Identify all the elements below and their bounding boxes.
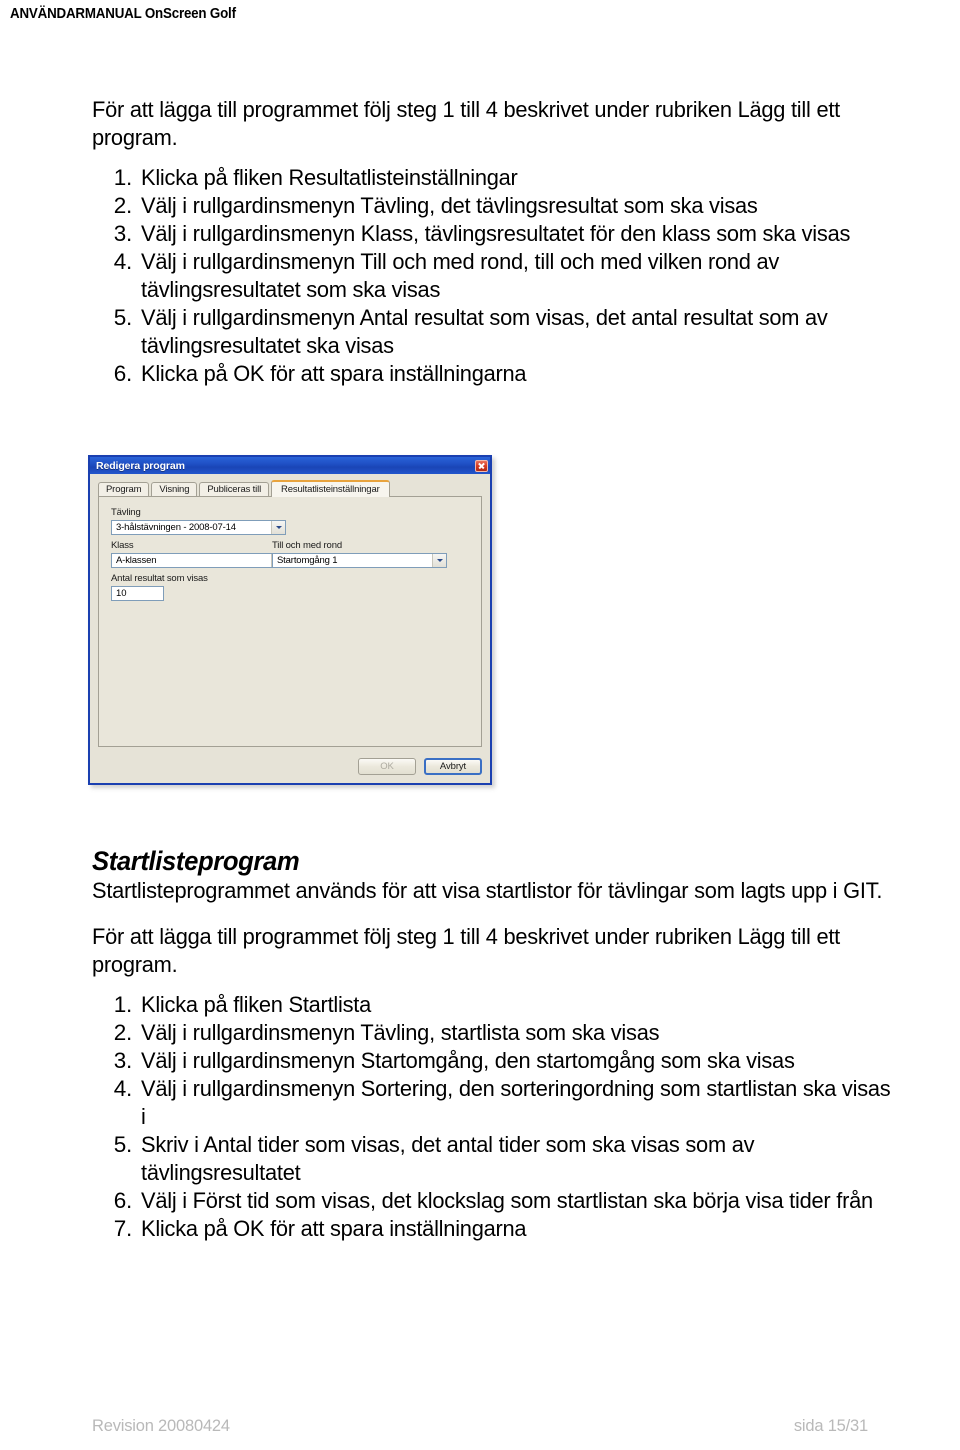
list-item: 5. Välj i rullgardinsmenyn Antal resulta… [92, 304, 924, 360]
list-item: 3. Välj i rullgardinsmenyn Startomgång, … [92, 1047, 924, 1075]
page-title: Startlisteprogram [92, 846, 300, 876]
list-item-text: Klicka på OK för att spara inställningar… [141, 1216, 527, 1241]
klass-dropdown[interactable]: A-klassen [111, 553, 286, 568]
list-item-number: 6. [113, 361, 133, 386]
list-item: 5. Skriv i Antal tider som visas, det an… [92, 1131, 924, 1187]
list-item-text: Klicka på fliken Resultatlisteinställnin… [141, 165, 518, 190]
screenshot-figure: Redigera program Program Visning Publice… [88, 455, 500, 793]
list-item-text: Klicka på OK för att spara inställningar… [141, 361, 527, 386]
dialog-tab-page: Tävling 3-hålstävningen - 2008-07-14 Kla… [98, 496, 482, 747]
list-item: 1. Klicka på fliken Startlista [92, 991, 924, 1019]
dialog-titlebar: Redigera program [90, 457, 490, 474]
footer-revision: Revision 20080424 [92, 1417, 230, 1435]
section-one-step-list: 1. Klicka på fliken Resultatlisteinställ… [92, 164, 924, 388]
list-item-number: 1. [113, 165, 133, 190]
rond-label: Till och med rond [272, 540, 342, 551]
edit-program-dialog: Redigera program Program Visning Publice… [88, 455, 492, 785]
klass-value: A-klassen [116, 555, 157, 566]
chevron-down-icon[interactable] [271, 521, 285, 534]
tavling-value: 3-hålstävningen - 2008-07-14 [116, 522, 236, 533]
list-item: 7. Klicka på OK för att spara inställnin… [92, 1215, 924, 1243]
footer-page-number: sida 15/31 [793, 1417, 868, 1435]
list-item-number: 5. [113, 1132, 133, 1157]
list-item: 1. Klicka på fliken Resultatlisteinställ… [92, 164, 924, 192]
section-two-description: Startlisteprogrammet används för att vis… [92, 878, 883, 903]
chevron-down-icon[interactable] [432, 554, 446, 567]
list-item-text: Välj i rullgardinsmenyn Antal resultat s… [141, 305, 828, 358]
list-item: 2. Välj i rullgardinsmenyn Tävling, star… [92, 1019, 924, 1047]
list-item-text: Välj i rullgardinsmenyn Till och med ron… [141, 249, 780, 302]
section-two: Startlisteprogram Startlisteprogrammet a… [92, 845, 924, 1243]
list-item-number: 2. [113, 193, 133, 218]
document-running-header: ANVÄNDARMANUAL OnScreen Golf [10, 6, 236, 22]
list-item-text: Välj i rullgardinsmenyn Tävling, det täv… [141, 193, 758, 218]
list-item-number: 4. [113, 1076, 133, 1101]
tavling-dropdown[interactable]: 3-hålstävningen - 2008-07-14 [111, 520, 286, 535]
running-header-title: ANVÄNDARMANUAL OnScreen Golf [10, 6, 236, 22]
tavling-label: Tävling [111, 507, 141, 518]
list-item: 2. Välj i rullgardinsmenyn Tävling, det … [92, 192, 924, 220]
list-item-text: Välj i rullgardinsmenyn Klass, tävlingsr… [141, 221, 851, 246]
cancel-button[interactable]: Avbryt [424, 758, 482, 775]
rond-value: Startomgång 1 [277, 555, 338, 566]
list-item-number: 1. [113, 992, 133, 1017]
document-footer: Revision 20080424 sida 15/31 [92, 1417, 868, 1436]
dialog-button-row: OK Avbryt [358, 758, 482, 775]
field-till-och-med-rond: Till och med rond Startomgång 1 [272, 540, 447, 568]
section-one-intro: För att lägga till programmet följ steg … [92, 97, 840, 150]
section-two-intro: För att lägga till programmet följ steg … [92, 924, 840, 977]
list-item-number: 4. [113, 249, 133, 274]
list-item-text: Välj i Först tid som visas, det klocksla… [141, 1188, 873, 1213]
section-two-step-list: 1. Klicka på fliken Startlista 2. Välj i… [92, 991, 924, 1243]
ok-button[interactable]: OK [358, 758, 416, 775]
field-tavling: Tävling 3-hålstävningen - 2008-07-14 [111, 507, 286, 535]
list-item-text: Skriv i Antal tider som visas, det antal… [141, 1132, 755, 1185]
document-body: För att lägga till programmet följ steg … [92, 96, 924, 388]
list-item-number: 3. [113, 221, 133, 246]
rond-dropdown[interactable]: Startomgång 1 [272, 553, 447, 568]
list-item-number: 7. [113, 1216, 133, 1241]
list-item-number: 5. [113, 305, 133, 330]
list-item: 4. Välj i rullgardinsmenyn Sortering, de… [92, 1075, 924, 1131]
antal-resultat-label: Antal resultat som visas [111, 573, 208, 584]
list-item: 4. Välj i rullgardinsmenyn Till och med … [92, 248, 924, 304]
antal-resultat-value: 10 [116, 588, 127, 599]
field-antal-resultat: Antal resultat som visas 10 [111, 573, 286, 601]
field-klass: Klass A-klassen [111, 540, 286, 568]
list-item-number: 2. [113, 1020, 133, 1045]
list-item-text: Välj i rullgardinsmenyn Startomgång, den… [141, 1048, 795, 1073]
tab-program[interactable]: Program [98, 482, 150, 497]
klass-label: Klass [111, 540, 134, 551]
list-item-number: 6. [113, 1188, 133, 1213]
dialog-title: Redigera program [96, 459, 185, 472]
list-item-number: 3. [113, 1048, 133, 1073]
dialog-tabstrip: Program Visning Publiceras till Resultat… [98, 480, 482, 497]
tab-publiceras-till[interactable]: Publiceras till [199, 482, 270, 497]
tab-visning[interactable]: Visning [151, 482, 198, 497]
list-item: 6. Klicka på OK för att spara inställnin… [92, 360, 924, 388]
close-icon[interactable] [475, 459, 488, 472]
list-item-text: Välj i rullgardinsmenyn Tävling, startli… [141, 1020, 660, 1045]
list-item: 6. Välj i Först tid som visas, det klock… [92, 1187, 924, 1215]
list-item-text: Välj i rullgardinsmenyn Sortering, den s… [141, 1076, 891, 1129]
list-item-text: Klicka på fliken Startlista [141, 992, 371, 1017]
dialog-body: Program Visning Publiceras till Resultat… [90, 474, 490, 783]
antal-resultat-input[interactable]: 10 [111, 586, 164, 601]
tab-resultatlisteinstallningar[interactable]: Resultatlisteinställningar [271, 480, 390, 497]
list-item: 3. Välj i rullgardinsmenyn Klass, tävlin… [92, 220, 924, 248]
